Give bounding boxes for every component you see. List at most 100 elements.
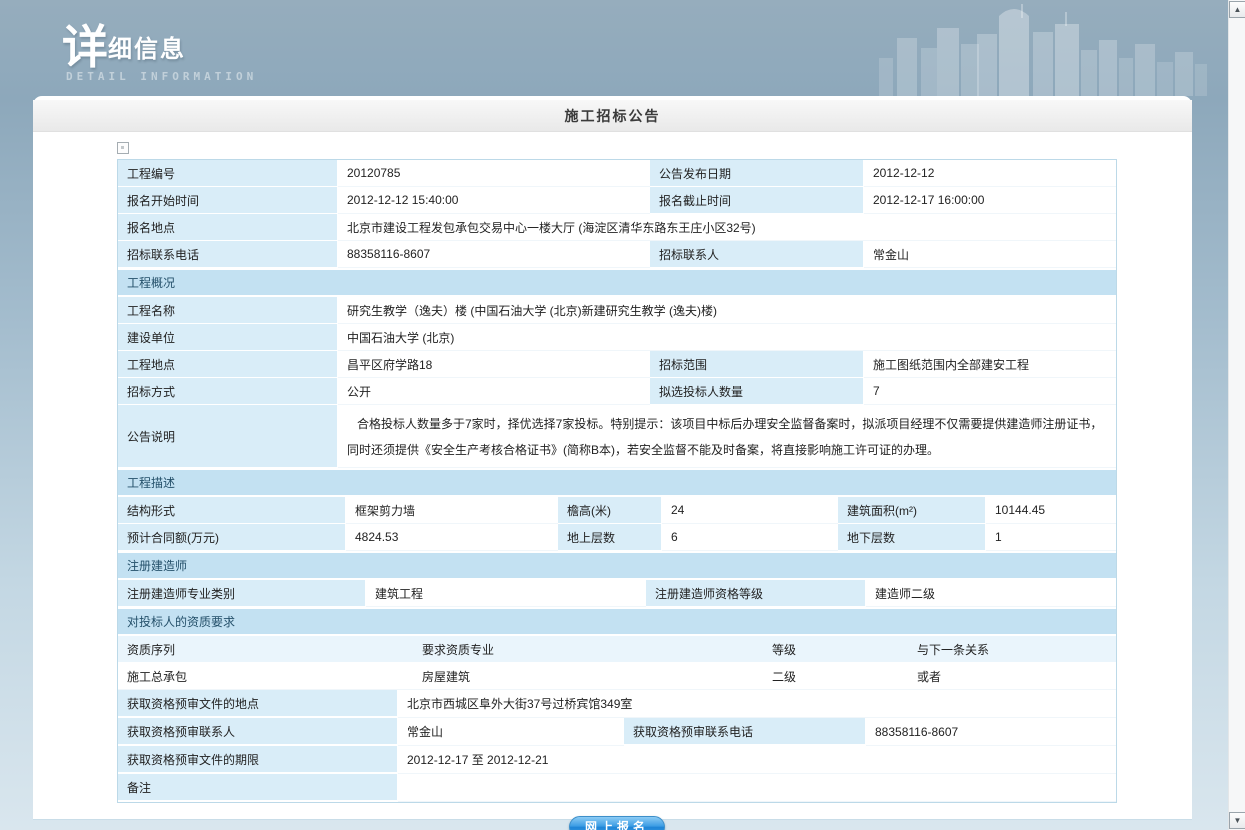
- scroll-down-icon[interactable]: ▼: [1229, 812, 1245, 829]
- table-row: 公告说明 合格投标人数量多于7家时，择优选择7家投标。特别提示：该项目中标后办理…: [118, 405, 1116, 468]
- table-row: 报名开始时间 2012-12-12 15:40:00 报名截止时间 2012-1…: [118, 187, 1116, 214]
- signup-start-label: 报名开始时间: [118, 187, 338, 214]
- qual-relation-value: 或者: [908, 663, 1116, 690]
- area-value: 10144.45: [986, 497, 1116, 524]
- method-value: 公开: [338, 378, 650, 405]
- section-row: 对投标人的资质要求: [118, 607, 1116, 636]
- tender-contact-label: 招标联系人: [650, 241, 864, 268]
- floors-above-label: 地上层数: [558, 524, 662, 551]
- section-row: 工程描述: [118, 468, 1116, 497]
- qual-series-value: 施工总承包: [118, 663, 413, 690]
- table-row: 工程编号 20120785 公告发布日期 2012-12-12: [118, 160, 1116, 187]
- logo-text-big: 详: [62, 21, 108, 73]
- table-row: 备注: [118, 774, 1116, 802]
- qual-header-grade: 等级: [763, 636, 908, 663]
- structure-value: 框架剪力墙: [346, 497, 558, 524]
- project-name-value: 研究生教学（逸夫）楼 (中国石油大学 (北京)新建研究生教学 (逸夫)楼): [338, 297, 1116, 324]
- page-title: 施工招标公告: [565, 106, 661, 126]
- builder-grade-label: 注册建造师资格等级: [646, 580, 866, 607]
- detail-panel: 施工招标公告 工程编号 20120785 公告发布日期 2012-12-12 报…: [33, 96, 1192, 820]
- signup-end-label: 报名截止时间: [650, 187, 864, 214]
- qualification-data-row: 施工总承包 房屋建筑 二级 或者: [118, 663, 1116, 690]
- preq-doc-place-label: 获取资格预审文件的地点: [118, 690, 398, 718]
- section-row: 注册建造师: [118, 551, 1116, 580]
- section-title-description: 工程描述: [118, 468, 1116, 497]
- project-name-label: 工程名称: [118, 297, 338, 324]
- image-placeholder-icon: [117, 142, 129, 154]
- section-title-overview: 工程概况: [118, 268, 1116, 297]
- page-header: 详细信息 DETAIL INFORMATION: [0, 0, 1228, 96]
- signup-start-value: 2012-12-12 15:40:00: [338, 187, 650, 214]
- preq-phone-value: 88358116-8607: [866, 718, 1116, 746]
- button-area: 网上报名: [117, 803, 1117, 830]
- table-row: 获取资格预审文件的地点 北京市西城区阜外大街37号过桥宾馆349室: [118, 690, 1116, 718]
- preq-doc-place-value: 北京市西城区阜外大街37号过桥宾馆349室: [398, 690, 1116, 718]
- tender-contact-value: 常金山: [864, 241, 1116, 268]
- preq-period-label: 获取资格预审文件的期限: [118, 746, 398, 774]
- table-row: 获取资格预审文件的期限 2012-12-17 至 2012-12-21: [118, 746, 1116, 774]
- table-row: 结构形式 框架剪力墙 檐高(米) 24 建筑面积(m²) 10144.45: [118, 497, 1116, 524]
- contract-label: 预计合同额(万元): [118, 524, 346, 551]
- project-no-label: 工程编号: [118, 160, 338, 187]
- project-no-value: 20120785: [338, 160, 650, 187]
- table-row: 招标联系电话 88358116-8607 招标联系人 常金山: [118, 241, 1116, 268]
- table-row: 工程名称 研究生教学（逸夫）楼 (中国石油大学 (北京)新建研究生教学 (逸夫)…: [118, 297, 1116, 324]
- qual-grade-value: 二级: [763, 663, 908, 690]
- section-title-qualification: 对投标人的资质要求: [118, 607, 1116, 636]
- method-label: 招标方式: [118, 378, 338, 405]
- notes-label: 公告说明: [118, 405, 338, 468]
- table-row: 获取资格预审联系人 常金山 获取资格预审联系电话 88358116-8607: [118, 718, 1116, 746]
- qual-header-series: 资质序列: [118, 636, 413, 663]
- table-row: 工程地点 昌平区府学路18 招标范围 施工图纸范围内全部建安工程: [118, 351, 1116, 378]
- preq-contact-label: 获取资格预审联系人: [118, 718, 398, 746]
- remark-value: [398, 774, 1116, 802]
- floors-below-value: 1: [986, 524, 1116, 551]
- logo-subtitle: DETAIL INFORMATION: [66, 70, 257, 83]
- location-value: 昌平区府学路18: [338, 351, 650, 378]
- announcement-table: 工程编号 20120785 公告发布日期 2012-12-12 报名开始时间 2…: [117, 159, 1117, 803]
- table-row: 建设单位 中国石油大学 (北京): [118, 324, 1116, 351]
- signup-place-label: 报名地点: [118, 214, 338, 241]
- tender-phone-value: 88358116-8607: [338, 241, 650, 268]
- qual-header-major: 要求资质专业: [413, 636, 763, 663]
- qualification-header-row: 资质序列 要求资质专业 等级 与下一条关系: [118, 636, 1116, 663]
- scope-label: 招标范围: [650, 351, 864, 378]
- table-row: 报名地点 北京市建设工程发包承包交易中心一楼大厅 (海淀区清华东路东王庄小区32…: [118, 214, 1116, 241]
- builder-grade-value: 建造师二级: [866, 580, 1116, 607]
- notes-value: 合格投标人数量多于7家时，择优选择7家投标。特别提示：该项目中标后办理安全监督备…: [347, 409, 1107, 463]
- online-signup-button[interactable]: 网上报名: [569, 816, 665, 830]
- qual-header-relation: 与下一条关系: [908, 636, 1116, 663]
- floors-below-label: 地下层数: [838, 524, 986, 551]
- preq-contact-value: 常金山: [398, 718, 624, 746]
- signup-end-value: 2012-12-17 16:00:00: [864, 187, 1116, 214]
- contract-value: 4824.53: [346, 524, 558, 551]
- scroll-up-icon[interactable]: ▲: [1229, 1, 1245, 18]
- tender-phone-label: 招标联系电话: [118, 241, 338, 268]
- build-unit-value: 中国石油大学 (北京): [338, 324, 1116, 351]
- announce-date-label: 公告发布日期: [650, 160, 864, 187]
- build-unit-label: 建设单位: [118, 324, 338, 351]
- eave-height-label: 檐高(米): [558, 497, 662, 524]
- preq-phone-label: 获取资格预审联系电话: [624, 718, 866, 746]
- table-row: 招标方式 公开 拟选投标人数量 7: [118, 378, 1116, 405]
- qual-major-value: 房屋建筑: [413, 663, 763, 690]
- area-label: 建筑面积(m²): [838, 497, 986, 524]
- preq-period-value: 2012-12-17 至 2012-12-21: [398, 746, 1116, 774]
- site-logo: 详细信息: [62, 24, 186, 70]
- section-title-builder: 注册建造师: [118, 551, 1116, 580]
- bidder-count-value: 7: [864, 378, 1116, 405]
- announce-date-value: 2012-12-12: [864, 160, 1116, 187]
- builder-category-label: 注册建造师专业类别: [118, 580, 366, 607]
- logo-text-rest: 细信息: [108, 36, 186, 63]
- bidder-count-label: 拟选投标人数量: [650, 378, 864, 405]
- section-row: 工程概况: [118, 268, 1116, 297]
- title-bar: 施工招标公告: [33, 100, 1192, 132]
- vertical-scrollbar[interactable]: ▲ ▼: [1228, 0, 1245, 830]
- structure-label: 结构形式: [118, 497, 346, 524]
- builder-category-value: 建筑工程: [366, 580, 646, 607]
- eave-height-value: 24: [662, 497, 838, 524]
- city-skyline-illustration: [871, 0, 1211, 96]
- table-row: 注册建造师专业类别 建筑工程 注册建造师资格等级 建造师二级: [118, 580, 1116, 607]
- remark-label: 备注: [118, 774, 398, 802]
- scope-value: 施工图纸范围内全部建安工程: [864, 351, 1116, 378]
